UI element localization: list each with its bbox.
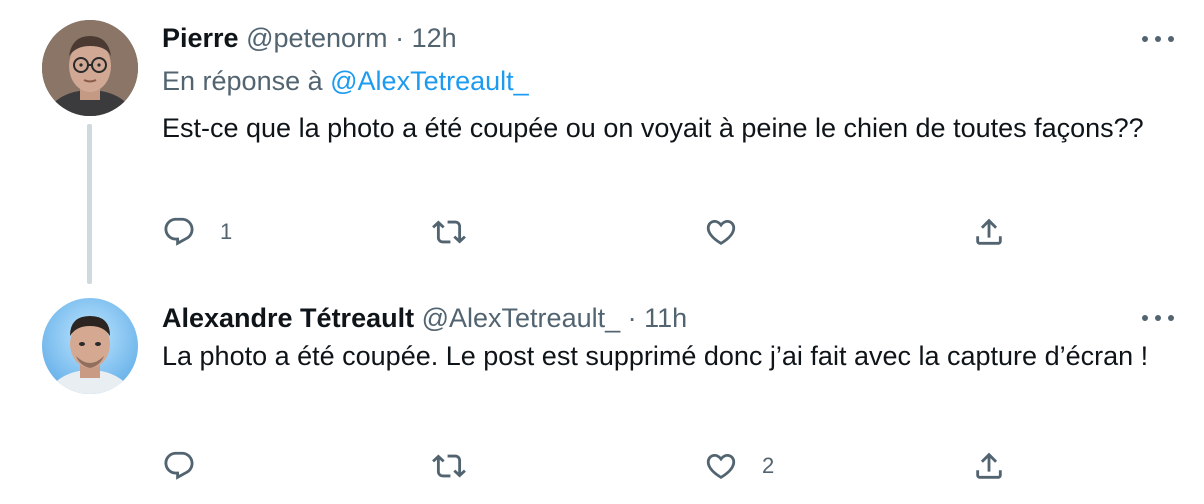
tweet-actions: 1 [160, 212, 1160, 252]
retweet-icon [432, 220, 466, 244]
reply-count: 1 [220, 219, 233, 244]
tweet[interactable]: Alexandre Tétreault @AlexTetreault_ · 11… [0, 280, 1204, 504]
more-options-button[interactable] [1142, 306, 1174, 330]
share-button[interactable] [972, 212, 1006, 252]
display-name[interactable]: Alexandre Tétreault [162, 303, 414, 333]
reply-icon [164, 217, 194, 246]
timestamp[interactable]: 12h [412, 23, 457, 53]
reply-context: En réponse à @AlexTetreault_ [162, 64, 529, 98]
timestamp[interactable]: 11h [644, 303, 687, 333]
like-button[interactable]: 2 [704, 446, 774, 486]
reply-button[interactable] [162, 446, 220, 486]
retweet-button[interactable] [432, 446, 490, 486]
separator-dot: · [627, 303, 637, 333]
like-count: 2 [762, 453, 775, 478]
more-icon [1142, 315, 1148, 321]
share-icon [976, 218, 1002, 245]
avatar-alexandre-image [42, 298, 138, 394]
more-icon [1155, 36, 1161, 42]
reply-mention-link[interactable]: @AlexTetreault_ [330, 66, 529, 96]
share-button[interactable] [972, 446, 1006, 486]
retweet-button[interactable] [432, 212, 490, 252]
more-icon [1168, 36, 1174, 42]
like-button[interactable] [704, 212, 762, 252]
reply-icon [164, 451, 194, 480]
thread-connector-line [87, 124, 92, 284]
tweet-header: Pierre @petenorm · 12h [162, 21, 457, 55]
avatar[interactable] [42, 298, 138, 394]
user-handle[interactable]: @petenorm [246, 23, 387, 53]
like-icon [706, 219, 736, 245]
more-icon [1142, 36, 1148, 42]
share-icon [976, 452, 1002, 479]
display-name[interactable]: Pierre [162, 23, 239, 53]
retweet-icon [432, 454, 466, 478]
tweet-text: La photo a été coupée. Le post est suppr… [162, 341, 1149, 371]
avatar[interactable] [42, 20, 138, 116]
reply-prefix: En réponse à [162, 66, 323, 96]
more-options-button[interactable] [1142, 27, 1174, 51]
reply-button[interactable]: 1 [162, 212, 232, 252]
tweet[interactable]: Pierre @petenorm · 12h En réponse à @Ale… [0, 0, 1204, 284]
more-icon [1155, 315, 1161, 321]
tweet-text: Est-ce que la photo a été coupée ou on v… [162, 113, 1144, 143]
more-icon [1168, 315, 1174, 321]
tweet-header: Alexandre Tétreault @AlexTetreault_ · 11… [162, 301, 687, 335]
user-handle[interactable]: @AlexTetreault_ [422, 303, 621, 333]
tweet-actions: 2 [160, 446, 1160, 486]
separator-dot: · [395, 23, 405, 53]
avatar-pierre-image [42, 20, 138, 116]
like-icon [706, 453, 736, 479]
